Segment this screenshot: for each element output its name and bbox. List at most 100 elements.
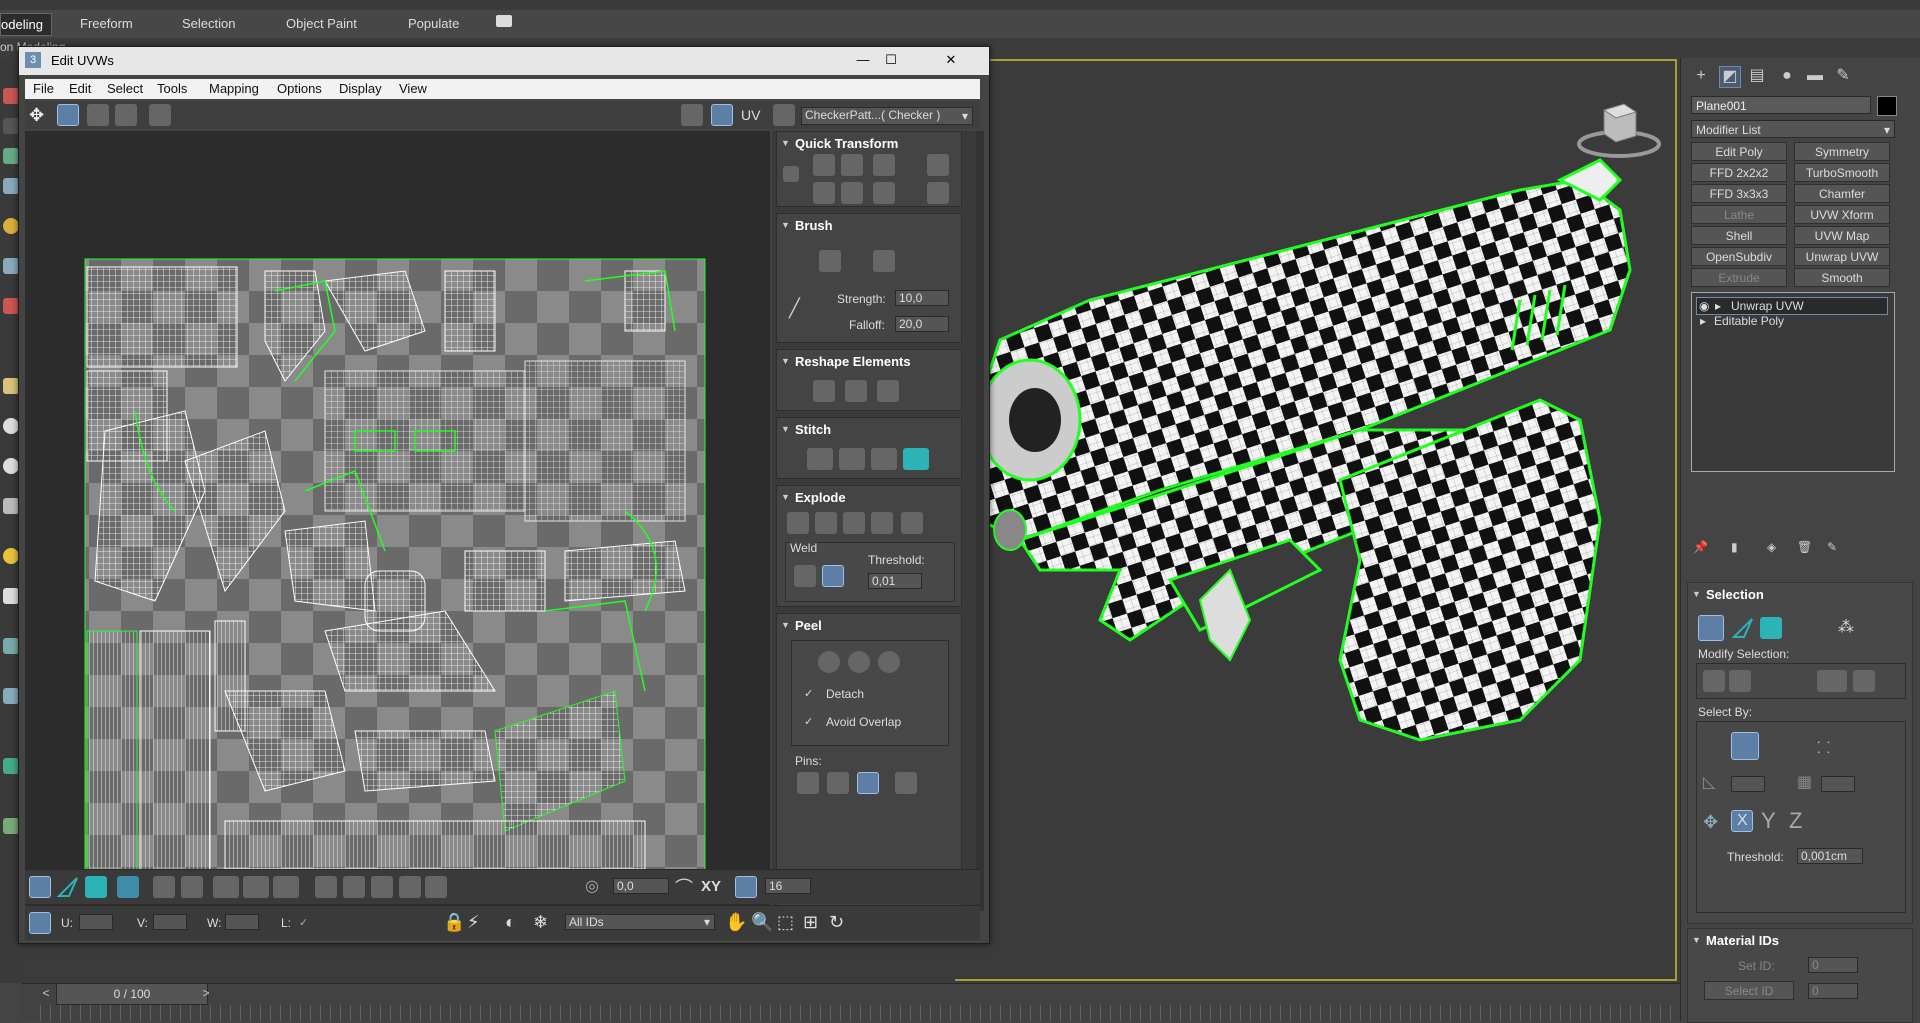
texture-options-icon[interactable] <box>773 104 795 126</box>
element-select-icon[interactable] <box>117 876 139 898</box>
plant-icon[interactable] <box>3 758 19 774</box>
uv-layout[interactable] <box>25 131 770 911</box>
modbtn-extrude[interactable]: Extrude <box>1691 268 1787 287</box>
tool-icon[interactable] <box>3 148 19 164</box>
hierarchy-icon[interactable]: ▤ <box>1747 66 1767 86</box>
weld-target-icon[interactable] <box>794 565 816 587</box>
tab-modeling[interactable]: odeling <box>0 13 52 36</box>
snap-toggle-icon[interactable]: ↻ <box>829 912 844 933</box>
space-h-icon[interactable] <box>927 154 949 176</box>
vertex-mode-icon[interactable] <box>1698 615 1724 641</box>
modbtn-opensubdiv[interactable]: OpenSubdiv <box>1691 247 1787 266</box>
tool-icon[interactable] <box>3 378 19 394</box>
explode-smoothing-icon[interactable] <box>815 512 837 534</box>
pin-add-icon[interactable] <box>797 772 819 794</box>
stitch-custom-icon[interactable] <box>807 448 833 470</box>
tool-icon[interactable] <box>3 178 19 194</box>
polygon-mode-icon[interactable] <box>1760 617 1782 639</box>
tool-icon[interactable] <box>3 298 19 314</box>
minimize-button[interactable]: — <box>849 51 877 69</box>
ring-icon[interactable] <box>243 876 269 898</box>
shrink-icon[interactable] <box>181 876 203 898</box>
brush-line-icon[interactable]: ╱ <box>789 298 800 319</box>
falloff-field[interactable]: 20,0 <box>895 316 949 332</box>
paint-select-icon[interactable] <box>371 876 393 898</box>
smoothing-group-icon[interactable]: ▦ <box>1797 772 1812 792</box>
peel-title[interactable]: Peel <box>795 618 822 633</box>
rotation-snap-icon[interactable]: ◎ <box>585 876 599 896</box>
modbtn-shell[interactable]: Shell <box>1691 226 1787 245</box>
pistol-model[interactable] <box>960 100 1680 920</box>
collapse-icon[interactable]: ▼ <box>781 424 790 434</box>
face-select-icon[interactable] <box>85 876 107 898</box>
collapse-icon[interactable]: ▼ <box>781 620 790 630</box>
configure-icon[interactable]: ✎ <box>1827 540 1837 554</box>
frame-ruler[interactable] <box>40 1005 1680 1021</box>
u-field[interactable] <box>79 914 113 930</box>
stitch-average-icon[interactable] <box>871 448 897 470</box>
relax-brush-icon[interactable] <box>873 250 895 272</box>
modbtn-lathe[interactable]: Lathe <box>1691 205 1787 224</box>
collapse-icon[interactable]: ▼ <box>781 138 790 148</box>
z-axis-icon[interactable]: Z <box>1789 808 1802 834</box>
maximize-button[interactable]: ☐ <box>877 51 905 69</box>
pin-auto-icon[interactable] <box>895 772 917 794</box>
explode-title[interactable]: Explode <box>795 490 846 505</box>
window-titlebar[interactable]: 3 Edit UVWs — ☐ ✕ <box>19 47 989 75</box>
time-prev-button[interactable]: < <box>38 983 54 1003</box>
tool-icon[interactable] <box>3 258 19 274</box>
collapse-icon[interactable]: ▼ <box>781 356 790 366</box>
sphere-icon[interactable] <box>3 458 19 474</box>
motion-icon[interactable]: ● <box>1777 66 1797 86</box>
loop-uv-icon[interactable] <box>273 876 299 898</box>
paint-shrink-icon[interactable] <box>425 876 447 898</box>
create-icon[interactable]: + <box>1691 66 1711 86</box>
menu-select[interactable]: Select <box>107 81 143 96</box>
planar-angle-icon[interactable]: ◺ <box>1703 772 1715 792</box>
display-icon[interactable]: ▬ <box>1805 66 1825 86</box>
move-icon[interactable]: ✥ <box>29 105 44 126</box>
tool-icon[interactable] <box>3 818 19 834</box>
reset-peel-icon[interactable] <box>878 651 900 673</box>
menu-mapping[interactable]: Mapping <box>209 81 259 96</box>
modbtn-unwrap-uvw[interactable]: Unwrap UVW <box>1794 247 1890 266</box>
stitch-target-icon[interactable] <box>839 448 865 470</box>
grid-field[interactable]: 16 <box>765 878 811 894</box>
xy-label[interactable]: XY <box>701 878 721 895</box>
paint-move-icon[interactable] <box>819 250 841 272</box>
selection-title[interactable]: Selection <box>1706 587 1764 602</box>
collapse-icon[interactable]: ▼ <box>1692 589 1701 599</box>
tab-object-paint[interactable]: Object Paint <box>286 16 357 31</box>
x-axis-icon[interactable]: X <box>1731 810 1753 832</box>
object-name-field[interactable]: Plane001 <box>1691 96 1871 114</box>
element-mode-icon[interactable]: ⁂ <box>1838 617 1862 639</box>
zoom-icon[interactable]: 🔍 <box>751 912 773 933</box>
modbtn-smooth[interactable]: Smooth <box>1794 268 1890 287</box>
modbtn-chamfer[interactable]: Chamfer <box>1794 184 1890 203</box>
texture-dropdown[interactable]: CheckerPatt...( Checker ) ▾ <box>801 107 973 125</box>
uv-axis-label[interactable]: UV <box>741 107 760 123</box>
shrink-selection-icon[interactable] <box>1729 670 1751 692</box>
expand-icon[interactable]: ▸ <box>1700 313 1706 329</box>
make-unique-icon[interactable]: ◈ <box>1767 540 1776 554</box>
rotate-cw-icon[interactable] <box>873 182 895 204</box>
modbtn-ffd-3x3x3[interactable]: FFD 3x3x3 <box>1691 184 1787 203</box>
viewcube-icon[interactable] <box>1574 100 1664 164</box>
grid-snap-icon[interactable] <box>735 876 757 898</box>
loop-icon[interactable] <box>213 876 239 898</box>
remove-modifier-icon[interactable]: 🗑 <box>1797 540 1812 554</box>
detach-checkbox[interactable]: ✓ <box>804 687 813 700</box>
zoom-region-icon[interactable]: ⬚ <box>777 912 794 933</box>
material-ids-title[interactable]: Material IDs <box>1706 933 1779 948</box>
relax-icon[interactable] <box>845 380 867 402</box>
brush-title[interactable]: Brush <box>795 218 833 233</box>
soft-select-icon[interactable]: ⚡ <box>467 912 480 933</box>
lock-icon[interactable]: 🔒 <box>443 912 465 933</box>
tab-populate[interactable]: Populate <box>408 16 459 31</box>
utilities-icon[interactable]: ✎ <box>1833 66 1853 86</box>
align-x-icon[interactable] <box>813 182 835 204</box>
modbtn-uvw-map[interactable]: UVW Map <box>1794 226 1890 245</box>
select-by-tree-icon[interactable]: ⸬ <box>1817 736 1830 758</box>
pin-icon[interactable]: 📌 <box>1693 540 1708 554</box>
set-id-field[interactable]: 0 <box>1808 957 1858 973</box>
